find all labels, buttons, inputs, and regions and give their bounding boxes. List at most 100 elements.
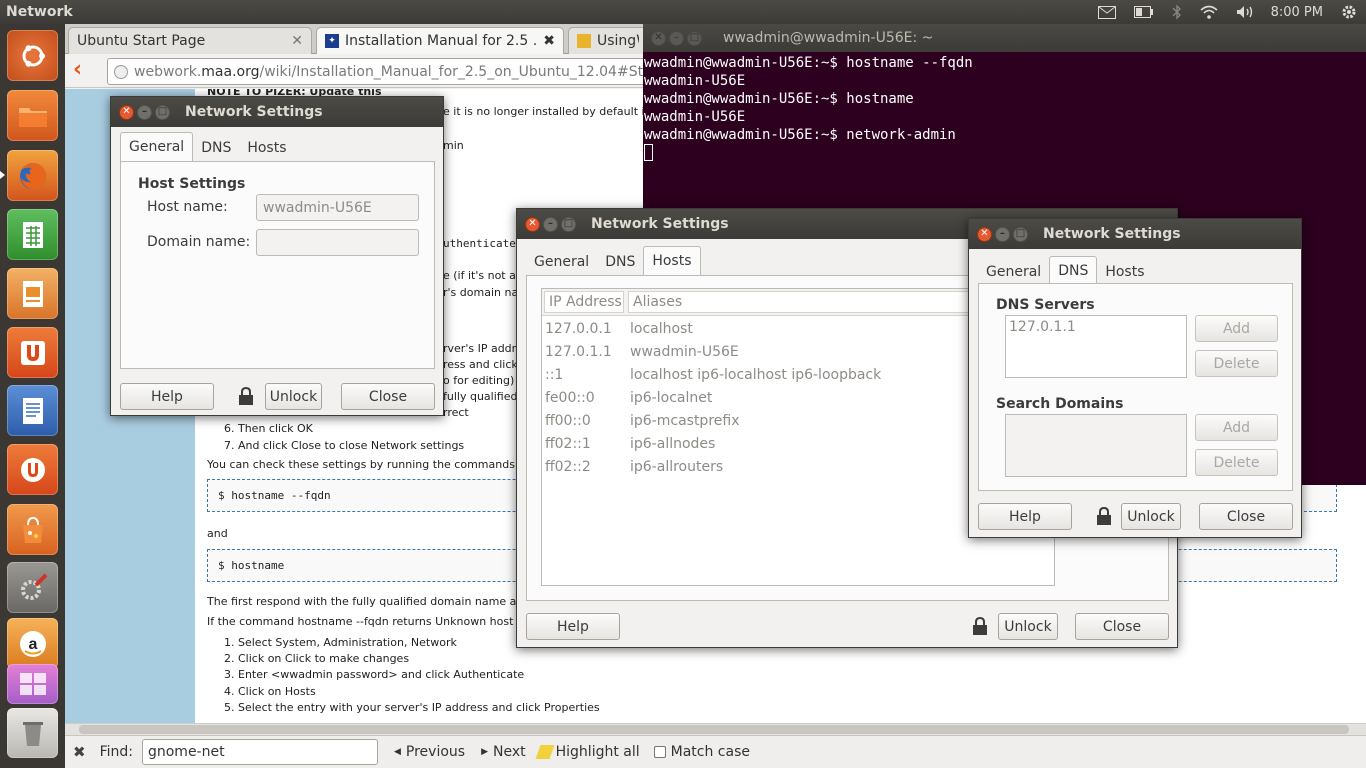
host-name-label: Host name: (147, 199, 228, 215)
close-icon[interactable]: ✕ (977, 226, 992, 242)
tab-general[interactable]: General (526, 249, 597, 275)
highlight-all-button[interactable]: Highlight all (535, 744, 640, 760)
terminal-line: wwadmin-U56E (644, 73, 746, 89)
maximize-icon[interactable]: □ (155, 104, 170, 120)
wifi-icon[interactable] (1200, 5, 1218, 19)
tab-installation-manual[interactable]: ✦ Installation Manual for 2.5 ... ✖ (316, 27, 564, 54)
host-name-field[interactable]: wwadmin-U56E (256, 194, 419, 221)
tab-ubuntu-start-page[interactable]: Ubuntu Start Page ✕ (68, 27, 312, 54)
tab-hosts[interactable]: Hosts (239, 135, 294, 161)
files-icon[interactable] (7, 90, 58, 141)
unlock-button[interactable]: Unlock (998, 613, 1058, 640)
search-domains-list[interactable] (1005, 414, 1187, 477)
scrollbar-thumb[interactable] (79, 725, 1349, 734)
clock[interactable]: 8:00 PM (1271, 5, 1323, 20)
page-text: fully qualified (443, 390, 518, 403)
minimize-icon[interactable]: – (543, 216, 558, 232)
libreoffice-writer-icon[interactable] (7, 385, 58, 436)
dns-server-item[interactable]: 127.0.1.1 (1006, 316, 1186, 335)
dns-add-button[interactable]: Add (1195, 315, 1278, 342)
gear-icon[interactable] (1341, 4, 1357, 20)
findbar-close-icon[interactable]: ✖ (73, 743, 86, 761)
unlock-button[interactable]: Unlock (1121, 503, 1181, 530)
lock-icon (238, 386, 254, 409)
tab-hosts[interactable]: Hosts (1097, 259, 1152, 285)
previous-icon: ◀ (393, 747, 401, 757)
ip-address-cell: 127.0.1.1 (545, 344, 612, 360)
highlight-all-label: Highlight all (555, 744, 640, 760)
tab-close-icon[interactable]: ✕ (291, 33, 303, 49)
tab-general[interactable]: General (120, 132, 194, 161)
checkbox-box[interactable] (653, 746, 666, 758)
previous-button[interactable]: ◀ Previous (394, 744, 465, 760)
page-text: If the command hostname --fqdn returns U… (207, 615, 546, 628)
firefox-icon[interactable] (7, 150, 58, 201)
maximize-icon[interactable]: □ (687, 30, 702, 46)
domain-name-label: Domain name: (147, 234, 251, 250)
aliases-cell: ip6-mcastprefix (630, 413, 740, 429)
svg-text:a: a (28, 636, 37, 653)
close-button[interactable]: Close (1199, 503, 1293, 530)
ubuntu-dash-icon[interactable] (7, 30, 58, 81)
column-header-ip[interactable]: IP Address (544, 291, 624, 313)
tab-dns[interactable]: DNS (597, 249, 643, 275)
domain-name-field[interactable] (256, 229, 419, 256)
close-icon[interactable]: ✕ (651, 30, 666, 46)
minimize-icon[interactable]: – (137, 104, 152, 120)
maximize-icon[interactable]: □ (1013, 226, 1028, 242)
previous-label: Previous (405, 744, 466, 760)
find-input[interactable]: gnome-net (141, 739, 378, 765)
mail-icon[interactable] (1097, 5, 1116, 19)
help-button[interactable]: Help (120, 383, 214, 410)
horizontal-scrollbar[interactable] (65, 723, 1366, 735)
trash-icon[interactable] (7, 708, 58, 758)
minimize-icon[interactable]: – (669, 30, 684, 46)
terminal-output[interactable]: wwadmin@wwadmin-U56E:~$ hostname --fqdn … (644, 54, 973, 162)
match-case-checkbox[interactable]: Match case (653, 744, 750, 760)
system-settings-icon[interactable] (7, 562, 58, 613)
ip-address-cell: ::1 (545, 367, 564, 383)
close-button[interactable]: Close (341, 383, 435, 410)
dns-servers-list[interactable]: 127.0.1.1 (1005, 315, 1187, 378)
tab-label: Installation Manual for 2.5 ... (345, 33, 538, 49)
close-icon[interactable]: ✕ (119, 104, 134, 120)
launcher: a (0, 24, 65, 768)
tab-general[interactable]: General (978, 259, 1049, 285)
tab-close-icon[interactable]: ✖ (543, 33, 555, 49)
unlock-button[interactable]: Unlock (265, 383, 322, 410)
next-button[interactable]: ▶ Next (481, 744, 526, 760)
help-button[interactable]: Help (526, 613, 620, 640)
page-text: rrect (443, 406, 469, 419)
ubuntu-one-icon[interactable] (7, 327, 58, 378)
back-arrow-icon[interactable]: ‹ (73, 59, 95, 83)
maximize-icon[interactable]: □ (561, 216, 576, 232)
dns-delete-button[interactable]: Delete (1195, 350, 1278, 377)
dialog-title: Network Settings (591, 216, 729, 232)
ip-address-cell: ff00::0 (545, 413, 591, 429)
help-button[interactable]: Help (978, 503, 1072, 530)
tab-using[interactable]: UsingW (568, 27, 648, 54)
find-bar: ✖ Find: gnome-net ◀ Previous ▶ Next Highli… (65, 735, 1366, 768)
ubuntu-one-music-icon[interactable] (7, 444, 58, 495)
workspace-switcher-icon[interactable] (7, 664, 58, 704)
search-delete-button[interactable]: Delete (1195, 449, 1278, 476)
lock-icon (1096, 506, 1112, 529)
search-add-button[interactable]: Add (1195, 414, 1278, 441)
software-center-icon[interactable] (7, 504, 58, 555)
terminal-line: wwadmin@wwadmin-U56E:~$ hostname --fqdn (644, 55, 973, 71)
amazon-icon[interactable]: a (7, 618, 58, 669)
close-icon[interactable]: ✕ (525, 216, 540, 232)
app-title: Network (6, 4, 73, 20)
close-button[interactable]: Close (1075, 613, 1169, 640)
tab-hosts[interactable]: Hosts (643, 246, 701, 275)
libreoffice-impress-icon[interactable] (7, 268, 58, 319)
tab-dns[interactable]: DNS (193, 135, 239, 161)
tab-dns[interactable]: DNS (1049, 256, 1098, 285)
aliases-cell: ip6-localnet (630, 390, 713, 406)
libreoffice-calc-icon[interactable] (7, 209, 58, 260)
battery-icon[interactable] (1133, 6, 1154, 18)
minimize-icon[interactable]: – (995, 226, 1010, 242)
dialog-tabs: General DNS Hosts (978, 256, 1153, 285)
volume-icon[interactable] (1236, 5, 1256, 19)
bluetooth-icon[interactable] (1172, 4, 1182, 20)
